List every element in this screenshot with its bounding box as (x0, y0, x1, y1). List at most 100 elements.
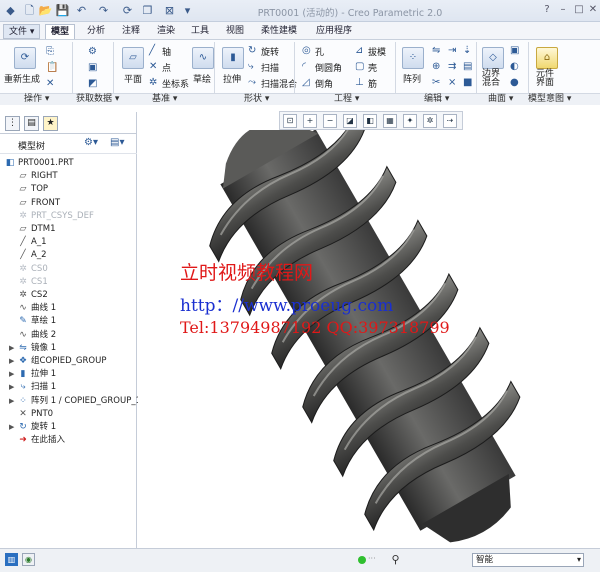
close-window-icon[interactable]: ⊠ (162, 3, 177, 18)
shrinkwrap-icon[interactable]: ◩ (88, 78, 97, 90)
tree-item[interactable]: ✎ 草绘 1 (0, 315, 137, 328)
tree-settings-icon[interactable]: ⚙▾ (84, 137, 98, 148)
find-icon[interactable]: ⚲ (388, 552, 403, 567)
merge-icon[interactable]: ⊕ (432, 61, 440, 73)
paste-icon[interactable]: 📋 (46, 62, 58, 74)
tab-flexible-modeling[interactable]: 柔性建模 (256, 24, 302, 39)
group-surfaces[interactable]: 曲面 ▾ (488, 94, 513, 105)
tree-item[interactable]: ▱ RIGHT (0, 170, 137, 183)
undo-icon[interactable]: ↶ (74, 3, 89, 18)
hole-button[interactable]: 孔 (315, 45, 324, 58)
zoom-in-icon[interactable]: + (303, 114, 317, 128)
group-datum[interactable]: 基准 ▾ (152, 94, 177, 105)
tree-item[interactable]: ∿ 曲线 1 (0, 302, 137, 315)
display-style-icon[interactable]: ◧ (363, 114, 377, 128)
tree-show-icon[interactable]: ▤▾ (110, 137, 124, 148)
tree-item[interactable]: ▶ ▮ 拉伸 1 (0, 368, 137, 381)
customize-qa-icon[interactable]: ▾ (180, 3, 195, 18)
tree-item[interactable]: ✲ CS0 (0, 263, 137, 276)
copy-icon[interactable]: ⎘ (46, 46, 54, 58)
expand-arrow-icon[interactable]: ▶ (9, 381, 14, 394)
tab-render[interactable]: 渲染 (152, 24, 180, 39)
spin-center-icon[interactable]: ✲ (423, 114, 437, 128)
favorites-tab-icon[interactable]: ★ (43, 116, 58, 131)
round-button[interactable]: 倒圆角 (315, 61, 342, 74)
revolve-button[interactable]: 旋转 (261, 45, 279, 58)
expand-arrow-icon[interactable]: ▶ (9, 421, 14, 434)
tree-item[interactable]: ▶ ⁘ 阵列 1 / COPIED_GROUP_1 (0, 395, 141, 408)
user-defined-feature-icon[interactable]: ⚙ (88, 46, 97, 58)
annotation-display-icon[interactable]: ⇢ (443, 114, 457, 128)
fill-icon[interactable]: ▣ (510, 45, 519, 57)
swept-blend-button[interactable]: 扫描混合 (261, 77, 297, 90)
tree-item[interactable]: ▶ ↻ 旋转 1 (0, 421, 137, 434)
group-model-intent[interactable]: 模型意图 ▾ (528, 94, 571, 105)
folder-browser-tab-icon[interactable]: ▤ (24, 116, 39, 131)
tree-item[interactable]: ✲ PRT_CSYS_DEF (0, 210, 137, 223)
close-button[interactable]: ✕ (586, 3, 600, 17)
boundary-blend-button[interactable]: ◇ (482, 47, 504, 69)
group-shapes[interactable]: 形状 ▾ (244, 94, 269, 105)
new-file-icon[interactable]: 🗋 (22, 3, 37, 18)
tab-view[interactable]: 视图 (221, 24, 249, 39)
solidify-icon[interactable]: ■ (463, 77, 472, 89)
browser-icon[interactable]: ◉ (22, 553, 35, 566)
tab-tools[interactable]: 工具 (186, 24, 214, 39)
offset-icon[interactable]: ⇉ (448, 61, 456, 73)
show-navigator-icon[interactable]: ▥ (5, 553, 18, 566)
rib-button[interactable]: 筋 (368, 77, 377, 90)
trim-icon[interactable]: ✂ (432, 77, 440, 89)
help-icon[interactable]: ? (540, 3, 554, 17)
tab-model[interactable]: 模型 (45, 24, 76, 39)
extrude-button[interactable]: ▮ (222, 47, 244, 69)
shell-button[interactable]: 壳 (368, 61, 377, 74)
tree-item[interactable]: ✕ PNT0 (0, 408, 137, 421)
tree-item[interactable]: ▱ FRONT (0, 197, 137, 210)
minimize-button[interactable]: – (556, 3, 570, 17)
zoom-out-icon[interactable]: − (323, 114, 337, 128)
axis-button[interactable]: 轴 (162, 45, 171, 58)
graphics-window[interactable]: 立时视频教程网 http：//www.proeug.com Tel:137949… (138, 111, 600, 548)
repaint-icon[interactable]: ◪ (343, 114, 357, 128)
tree-item[interactable]: ▶ ⤷ 扫描 1 (0, 381, 137, 394)
sketch-button[interactable]: ∿ (192, 47, 214, 69)
save-icon[interactable]: 💾 (55, 3, 70, 18)
tab-file[interactable]: 文件 ▾ (3, 24, 41, 39)
extend-icon[interactable]: ⇥ (448, 45, 456, 57)
open-file-icon[interactable]: 📂 (38, 3, 53, 18)
thicken-icon[interactable]: ▤ (463, 61, 472, 73)
regenerate-button[interactable]: ⟳ (14, 47, 36, 69)
tree-item[interactable]: ╱ A_2 (0, 249, 137, 262)
tree-item[interactable]: ➜ 在此插入 (0, 434, 137, 447)
redo-icon[interactable]: ↷ (96, 3, 111, 18)
model-tree-tab-icon[interactable]: ⋮ (5, 116, 20, 131)
group-operations[interactable]: 操作 ▾ (24, 94, 49, 105)
pattern-button[interactable]: ⁘ (402, 47, 424, 69)
group-editing[interactable]: 编辑 ▾ (424, 94, 449, 105)
tree-item[interactable]: ◧ PRT0001.PRT (0, 157, 137, 170)
group-get-data[interactable]: 获取数据 ▾ (76, 94, 119, 105)
tree-item[interactable]: ▱ TOP (0, 183, 137, 196)
tree-item[interactable]: ▶ ❖ 组COPIED_GROUP (0, 355, 137, 368)
component-interface-button[interactable]: ⌂ (536, 47, 558, 69)
plane-button[interactable]: ▱ (122, 47, 144, 69)
regenerate-icon[interactable]: ⟳ (120, 3, 135, 18)
tab-annotate[interactable]: 注释 (117, 24, 145, 39)
expand-arrow-icon[interactable]: ▶ (9, 355, 14, 368)
tab-applications[interactable]: 应用程序 (311, 24, 357, 39)
windows-icon[interactable]: ❐ (140, 3, 155, 18)
csys-button[interactable]: 坐标系 (162, 77, 189, 90)
freestyle-icon[interactable]: ● (510, 77, 519, 89)
delete-icon[interactable]: ✕ (46, 78, 54, 90)
datum-display-icon[interactable]: ✦ (403, 114, 417, 128)
zoom-fit-icon[interactable]: ⊡ (283, 114, 297, 128)
point-button[interactable]: 点 (162, 61, 171, 74)
message-icon[interactable]: ··· (368, 554, 376, 563)
style-icon[interactable]: ◐ (510, 61, 519, 73)
draft-button[interactable]: 拔模 (368, 45, 386, 58)
saved-views-icon[interactable]: ▦ (383, 114, 397, 128)
sweep-button[interactable]: 扫描 (261, 61, 279, 74)
tree-item[interactable]: ▱ DTM1 (0, 223, 137, 236)
tree-item[interactable]: ✲ CS1 (0, 276, 137, 289)
mirror-icon[interactable]: ⇋ (432, 45, 440, 57)
